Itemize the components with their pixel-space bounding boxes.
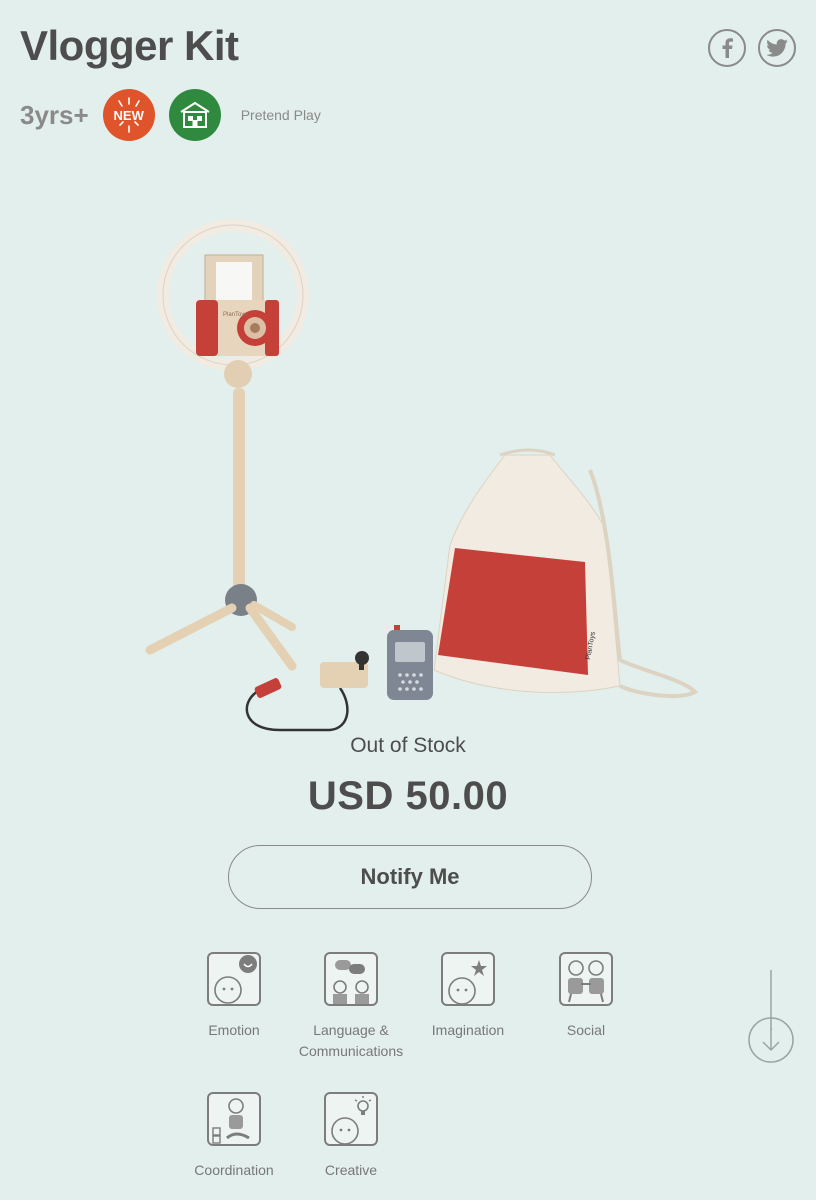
twitter-share-button[interactable] — [758, 29, 796, 67]
scroll-down-button[interactable] — [746, 970, 796, 1064]
pretend-play-badge — [168, 89, 221, 141]
skill-label: Coordination — [194, 1162, 274, 1178]
share-buttons — [708, 29, 796, 67]
skill-social: Social — [521, 952, 651, 1041]
new-badge-text: NEW — [113, 107, 144, 123]
notify-me-button[interactable]: Notify Me — [228, 845, 592, 909]
stock-status: Out of Stock — [350, 734, 466, 757]
skill-label: Imagination — [431, 1022, 505, 1038]
facebook-share-button[interactable] — [708, 29, 746, 67]
skill-creative: Creative — [286, 1092, 416, 1181]
product-meta: 3yrs+ NEW Pretend Play — [20, 89, 321, 141]
microphone-toy — [245, 651, 369, 732]
creative-icon — [331, 1096, 372, 1144]
skill-label: Social — [566, 1022, 606, 1038]
camera-brand-text: PlanToys — [223, 312, 247, 318]
emotion-icon — [214, 955, 257, 1004]
product-price: USD 50.00 — [307, 774, 509, 818]
age-label: 3yrs+ — [20, 99, 89, 130]
recorder-toy — [387, 625, 433, 700]
facebook-icon — [722, 38, 733, 58]
skill-label: Emotion — [208, 1022, 260, 1038]
product-title: Vlogger Kit — [20, 22, 239, 69]
skill-imagination: Imagination — [403, 952, 533, 1041]
skill-coordination: Coordination — [169, 1092, 299, 1181]
new-badge: NEW — [102, 89, 155, 141]
skill-label: Language & Communications — [298, 1022, 404, 1059]
twitter-icon — [766, 39, 788, 57]
social-icon — [568, 960, 604, 1003]
product-image: PlanToys PlanToys — [145, 219, 699, 732]
skill-emotion: Emotion — [169, 952, 299, 1041]
language-icon — [333, 960, 369, 1004]
skill-language: Language & Communications — [286, 952, 416, 1062]
coordination-icon — [212, 1098, 250, 1144]
drawstring-bag: PlanToys — [433, 448, 699, 698]
camera-toy: PlanToys — [196, 254, 279, 356]
skill-label: Creative — [324, 1162, 378, 1178]
imagination-icon — [448, 960, 487, 1004]
house-icon — [180, 101, 210, 128]
category-label: Pretend Play — [240, 107, 321, 123]
